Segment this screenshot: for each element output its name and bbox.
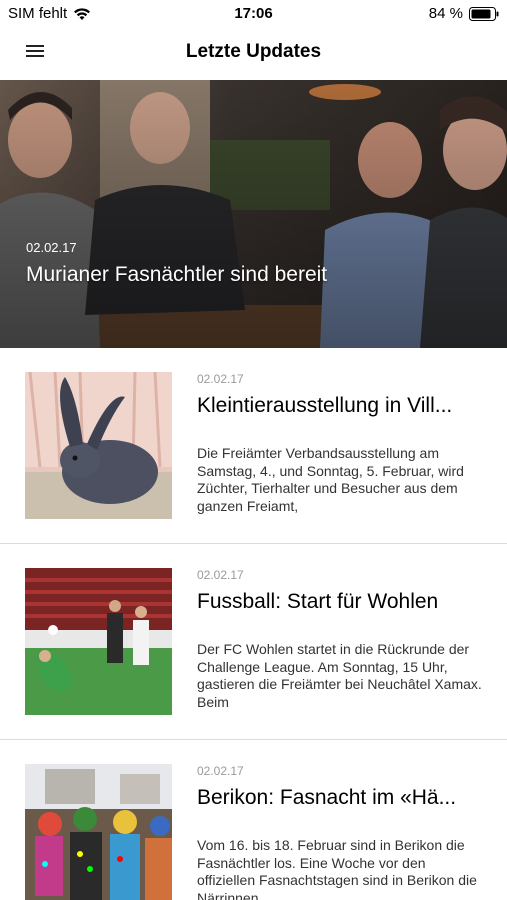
- article-thumbnail-carnival: [25, 764, 172, 900]
- article-excerpt: Die Freiämter Verbandsausstellung am Sam…: [197, 445, 464, 514]
- article-title: Berikon: Fasnacht im «Hä...: [197, 786, 457, 809]
- battery-label: 84 %: [428, 5, 463, 22]
- battery-icon: [469, 6, 499, 21]
- hero-image: [0, 80, 507, 348]
- status-bar: SIM fehlt 17:06 84 %: [0, 0, 507, 28]
- carnival-image: [25, 764, 172, 900]
- rabbit-image: [25, 372, 172, 519]
- article-date: 02.02.17: [197, 568, 244, 582]
- article-excerpt: Vom 16. bis 18. Februar sind in Berikon …: [197, 837, 477, 900]
- article-excerpt: Der FC Wohlen startet in die Rückrunde d…: [197, 641, 482, 710]
- article-thumbnail-football: [25, 568, 172, 715]
- navigation-bar: Letzte Updates: [0, 28, 507, 80]
- status-right: 84 %: [429, 5, 499, 22]
- article-date: 02.02.17: [197, 372, 244, 386]
- article-item[interactable]: 02.02.17 Kleintierausstellung in Vill...…: [0, 348, 507, 544]
- hero-date: 02.02.17: [26, 240, 77, 255]
- article-item[interactable]: 02.02.17 Berikon: Fasnacht im «Hä... Vom…: [0, 740, 507, 900]
- article-title: Fussball: Start für Wohlen: [197, 590, 439, 613]
- article-date: 02.02.17: [197, 764, 244, 778]
- football-image: [25, 568, 172, 715]
- article-thumbnail-rabbit: [25, 372, 172, 519]
- hero-article[interactable]: 02.02.17 Murianer Fasnächtler sind berei…: [0, 80, 507, 348]
- article-item[interactable]: 02.02.17 Fussball: Start für Wohlen Der …: [0, 544, 507, 740]
- page-title: Letzte Updates: [185, 41, 322, 62]
- article-title: Kleintierausstellung in Vill...: [197, 394, 453, 417]
- hero-title: Murianer Fasnächtler sind bereit: [26, 263, 328, 286]
